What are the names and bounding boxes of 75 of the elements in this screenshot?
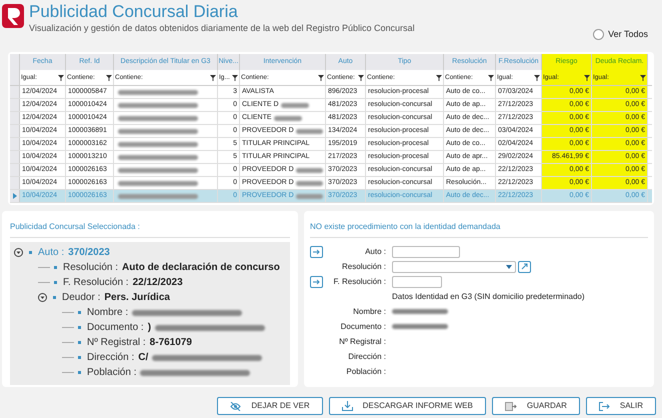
field-label: Auto : [364, 246, 387, 258]
row-header-corner [10, 54, 20, 70]
tree-label: F. Resolución : [63, 276, 129, 290]
filter-icon[interactable] [584, 74, 590, 80]
bullet-icon [54, 266, 57, 269]
filter-icon[interactable] [640, 74, 646, 80]
panel-title: Publicidad Concursal Seleccionada : [10, 221, 290, 238]
bullet-icon [78, 341, 81, 344]
tree-value: ) [148, 321, 152, 335]
filter-icon[interactable] [106, 74, 112, 80]
bullet-icon [78, 311, 81, 314]
filter-icon[interactable] [318, 74, 324, 80]
action-button[interactable]: DESCARGAR INFORME WEB [328, 397, 486, 415]
input-field[interactable] [392, 246, 460, 258]
field-label: Resolución : [340, 260, 387, 272]
filter-icon[interactable] [210, 74, 216, 80]
bullet-icon [78, 371, 81, 374]
bullet-icon [54, 281, 57, 284]
filter-icon[interactable] [534, 74, 540, 80]
exit-icon [598, 402, 610, 410]
ver-todos-label: Ver Todos [608, 28, 648, 41]
arrow-button[interactable] [310, 246, 323, 258]
collapse-icon[interactable] [38, 293, 47, 302]
tree-label: Documento : [87, 321, 144, 335]
tree-value: C/ [138, 351, 148, 365]
caret-icon [506, 264, 512, 268]
tree-value: 22/12/2023 [132, 276, 183, 290]
field-label: Dirección : [347, 350, 387, 362]
tree-value: 370/2023 [68, 246, 110, 260]
document-arrow-icon [504, 402, 517, 410]
field-label: Nombre : [352, 306, 387, 318]
bullet-icon [29, 251, 32, 254]
page-title: Publicidad Concursal Diaria [29, 2, 239, 22]
arrow-button[interactable] [310, 276, 323, 288]
expand-button[interactable] [518, 260, 531, 272]
action-button[interactable]: DEJAR DE VER [217, 397, 323, 415]
field-label: Nº Registral : [338, 336, 387, 348]
action-button[interactable]: SALIR [586, 397, 656, 415]
row-pointer-icon [12, 193, 16, 199]
eye-slash-icon [230, 402, 242, 410]
info-note: Datos Identidad en G3 (SIN domicilio predeterminado) [391, 291, 586, 303]
page-subtitle: Visualización y gestión de datos obtenidos diariamente de la web del Registro Público Concursal [29, 22, 416, 34]
logo-icon [2, 4, 24, 28]
diagonal-arrow-icon [521, 263, 528, 270]
field-label: F. Resolución : [332, 276, 387, 288]
field-label: Población : [345, 366, 387, 378]
collapse-icon[interactable] [14, 248, 23, 257]
tree-label: Nº Registral : [87, 336, 146, 350]
checkbox[interactable] [593, 29, 604, 40]
dropdown-field[interactable] [392, 260, 516, 272]
bullet-icon [53, 296, 56, 299]
tree-label: Población : [87, 366, 136, 380]
tree-label: Auto : [38, 246, 64, 260]
arrow-icon [313, 278, 320, 284]
input-field[interactable] [392, 276, 442, 288]
tree-label: Resolución : [63, 261, 118, 275]
bullet-icon [78, 326, 81, 329]
tree-label: Nombre : [87, 306, 128, 320]
tree-value: Auto de declaración de concurso [122, 261, 280, 275]
row-indicator[interactable] [10, 190, 20, 202]
field-label: Documento : [340, 320, 387, 332]
panel-title: NO existe procedimiento con la identidad demandada [310, 221, 648, 238]
tree-label: Deudor : [62, 291, 100, 305]
filter-icon[interactable] [232, 74, 238, 80]
tree-value: Pers. Jurídica [104, 291, 170, 305]
arrow-icon [313, 248, 320, 254]
action-button[interactable]: GUARDAR [492, 397, 580, 415]
tree-value: 8-761079 [150, 336, 192, 350]
tree-label: Dirección : [87, 351, 134, 365]
filter-icon[interactable] [358, 74, 364, 80]
bullet-icon [78, 356, 81, 359]
filter-icon[interactable] [436, 74, 442, 80]
filter-icon[interactable] [58, 74, 64, 80]
filter-icon[interactable] [488, 74, 494, 80]
download-tray-icon [342, 401, 353, 411]
